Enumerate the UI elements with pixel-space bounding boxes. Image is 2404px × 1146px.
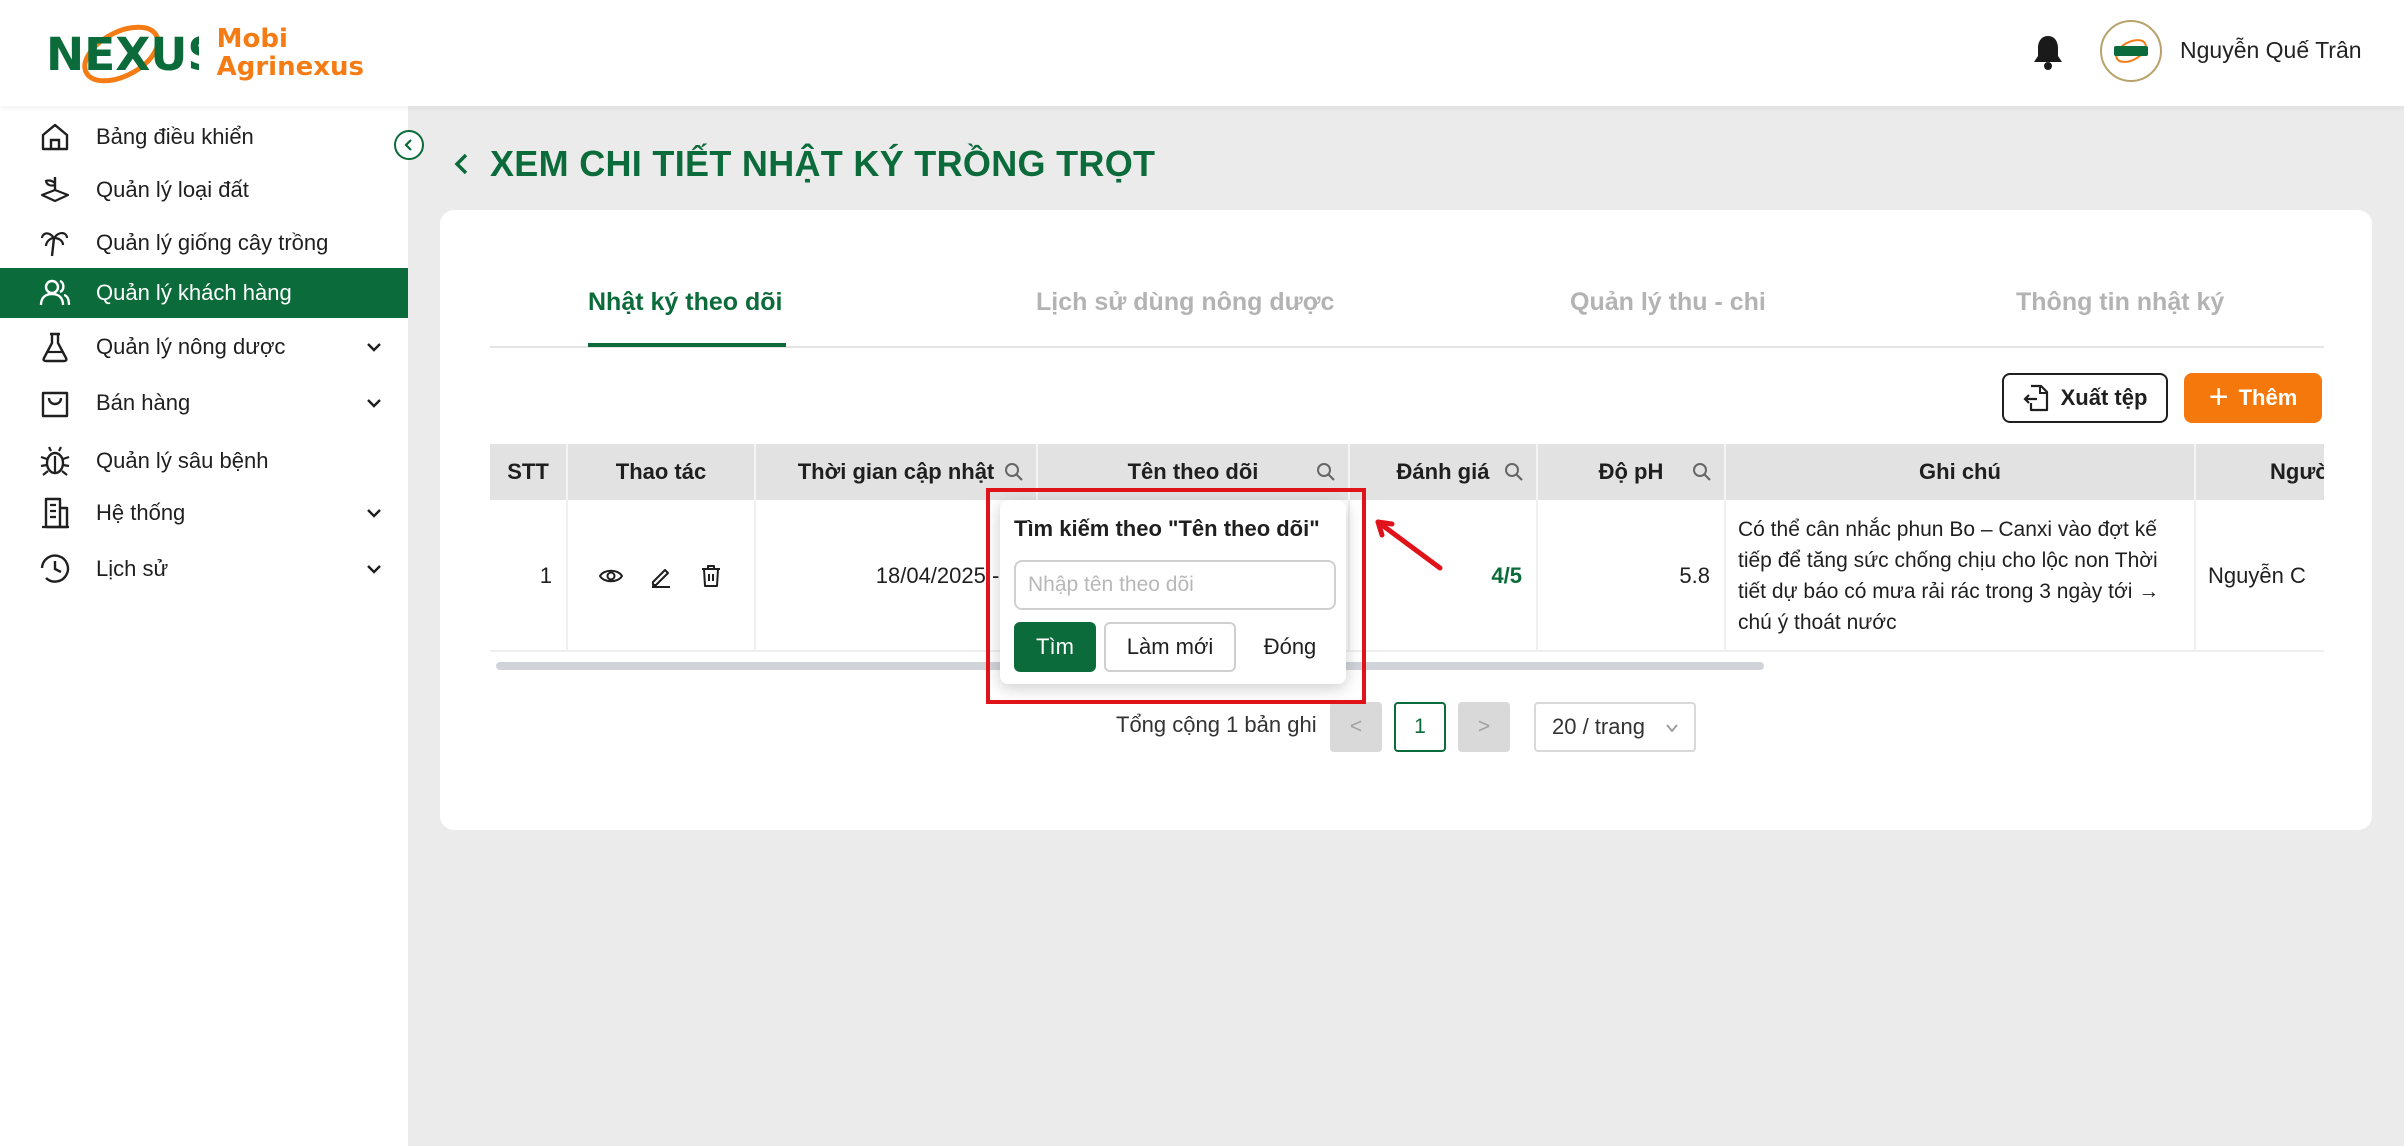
pagination-page-1[interactable]: 1	[1394, 702, 1446, 752]
building-icon	[42, 497, 69, 529]
export-button[interactable]: Xuất tệp	[2002, 373, 2168, 423]
sidebar-item-soil[interactable]: Quản lý loại đất	[0, 165, 408, 215]
bug-icon	[40, 446, 70, 476]
column-header-note: Ghi chú	[1726, 444, 2196, 500]
column-search-popover: Tìm kiếm theo "Tên theo dõi" Tìm Làm mới…	[1000, 500, 1346, 684]
sidebar-item-pesticides[interactable]: Quản lý nông dược	[0, 322, 408, 372]
tab-log-info[interactable]: Thông tin nhật ký	[2016, 288, 2224, 317]
cell-ph: 5.8	[1538, 500, 1726, 652]
tracking-name-search-input[interactable]	[1014, 560, 1336, 610]
annotation-arrow-icon	[1375, 519, 1443, 571]
sidebar-item-pests[interactable]: Quản lý sâu bệnh	[0, 436, 408, 486]
flask-icon	[42, 332, 68, 363]
palm-tree-icon	[40, 232, 69, 257]
chevron-down-icon	[367, 509, 381, 518]
page-size-select[interactable]: 20 / trang	[1534, 702, 1696, 752]
pagination-next-button[interactable]: >	[1458, 702, 1510, 752]
close-button[interactable]: Đóng	[1244, 622, 1336, 672]
export-button-label: Xuất tệp	[2060, 385, 2148, 410]
column-header-tracking-name: Tên theo dõi	[1038, 444, 1350, 500]
chevron-down-icon	[367, 565, 381, 574]
app-logo[interactable]: NEXUS Mobi Agrinexus	[44, 18, 364, 88]
sidebar-item-system[interactable]: Hệ thống	[0, 488, 408, 538]
eye-icon[interactable]	[598, 563, 624, 589]
table-header: STT Thao tác Thời gian cập nhật Tên theo…	[490, 444, 2324, 500]
column-header-actions: Thao tác	[568, 444, 756, 500]
sidebar-item-sales[interactable]: Bán hàng	[0, 378, 408, 428]
avatar[interactable]	[2100, 20, 2162, 82]
tab-bar: Nhật ký theo dõi Lịch sử dùng nông dược …	[490, 272, 2324, 348]
search-button[interactable]: Tìm	[1014, 622, 1096, 672]
pagination-prev-button[interactable]: <	[1330, 702, 1382, 752]
sidebar-item-label: Hệ thống	[96, 500, 186, 525]
sidebar-item-label: Quản lý sâu bệnh	[96, 448, 269, 473]
nexus-logo-icon: NEXUS	[46, 24, 199, 84]
column-header-stt: STT	[490, 444, 568, 500]
sidebar-item-label: Bán hàng	[96, 390, 191, 415]
edit-icon[interactable]	[648, 563, 674, 589]
column-header-updated: Thời gian cập nhật	[756, 444, 1038, 500]
avatar-logo-icon	[2104, 24, 2158, 78]
cell-note: Có thể cân nhắc phun Bo – Canxi vào đợt …	[1726, 500, 2196, 652]
add-button[interactable]: + Thêm	[2184, 373, 2322, 423]
sidebar-item-label: Quản lý khách hàng	[96, 280, 292, 305]
reset-button[interactable]: Làm mới	[1104, 622, 1236, 672]
user-name[interactable]: Nguyễn Quế Trân	[2180, 37, 2362, 64]
search-icon[interactable]	[1692, 462, 1712, 482]
active-tab-indicator	[588, 343, 786, 347]
trash-icon[interactable]	[698, 563, 724, 589]
shopping-bag-icon	[41, 391, 69, 418]
logo-line-1: Mobi	[216, 24, 288, 54]
sidebar-item-label: Quản lý loại đất	[96, 177, 249, 202]
soil-icon	[40, 177, 70, 203]
search-icon[interactable]	[1504, 462, 1524, 482]
sidebar-item-label: Lịch sử	[96, 556, 169, 581]
plus-icon: +	[2208, 377, 2229, 416]
column-header-rating: Đánh giá	[1350, 444, 1538, 500]
tab-pesticide-history[interactable]: Lịch sử dùng nông dược	[1036, 288, 1334, 317]
sidebar-item-label: Quản lý nông dược	[96, 334, 286, 359]
bell-icon[interactable]	[2032, 34, 2064, 70]
cell-person: Nguyễn C	[2196, 500, 2324, 652]
cell-stt: 1	[490, 500, 568, 652]
page-size-value: 20 / trang	[1552, 714, 1645, 739]
file-export-icon	[2023, 384, 2048, 412]
page-header: XEM CHI TIẾT NHẬT KÝ TRỒNG TRỌT	[450, 142, 1155, 186]
pagination-total: Tổng cộng 1 bản ghi	[1116, 712, 1317, 737]
sidebar-item-label: Quản lý giống cây trồng	[96, 230, 329, 255]
home-icon	[41, 123, 69, 151]
add-button-label: Thêm	[2238, 385, 2298, 410]
logo-text: Mobi Agrinexus	[217, 25, 364, 81]
chevron-down-icon	[367, 343, 381, 352]
cell-actions	[568, 500, 756, 652]
back-arrow-icon[interactable]	[450, 149, 474, 179]
users-icon	[39, 279, 71, 306]
clock-icon	[40, 554, 70, 583]
tab-tracking-log[interactable]: Nhật ký theo dõi	[588, 288, 782, 317]
cell-updated: 18/04/2025 - 03:	[756, 500, 1038, 652]
app-header: NEXUS Mobi Agrinexus Nguyễn Quế Trân	[0, 0, 2404, 106]
sidebar-item-plant-varieties[interactable]: Quản lý giống cây trồng	[0, 218, 408, 268]
logo-brand-text: NEXUS	[46, 28, 199, 81]
column-header-ph: Độ pH	[1538, 444, 1726, 500]
popover-title: Tìm kiếm theo "Tên theo dõi"	[1014, 516, 1320, 541]
logo-line-2: Agrinexus	[216, 52, 364, 82]
chevron-left-icon	[404, 139, 412, 151]
search-icon[interactable]	[1316, 462, 1336, 482]
sidebar: Bảng điều khiển Quản lý loại đất Quản lý…	[0, 106, 408, 1146]
chevron-down-icon	[367, 399, 381, 408]
sidebar-item-customers[interactable]: Quản lý khách hàng	[0, 268, 408, 318]
chevron-down-icon	[1666, 724, 1678, 733]
sidebar-collapse-button[interactable]	[394, 130, 424, 160]
sidebar-item-label: Bảng điều khiển	[96, 124, 254, 149]
column-header-person: Người	[2196, 444, 2324, 500]
search-icon[interactable]	[1004, 462, 1024, 482]
tab-income-expense[interactable]: Quản lý thu - chi	[1570, 288, 1766, 317]
sidebar-item-history[interactable]: Lịch sử	[0, 544, 408, 594]
sidebar-item-dashboard[interactable]: Bảng điều khiển	[0, 112, 408, 162]
page-title: XEM CHI TIẾT NHẬT KÝ TRỒNG TRỌT	[490, 143, 1156, 184]
